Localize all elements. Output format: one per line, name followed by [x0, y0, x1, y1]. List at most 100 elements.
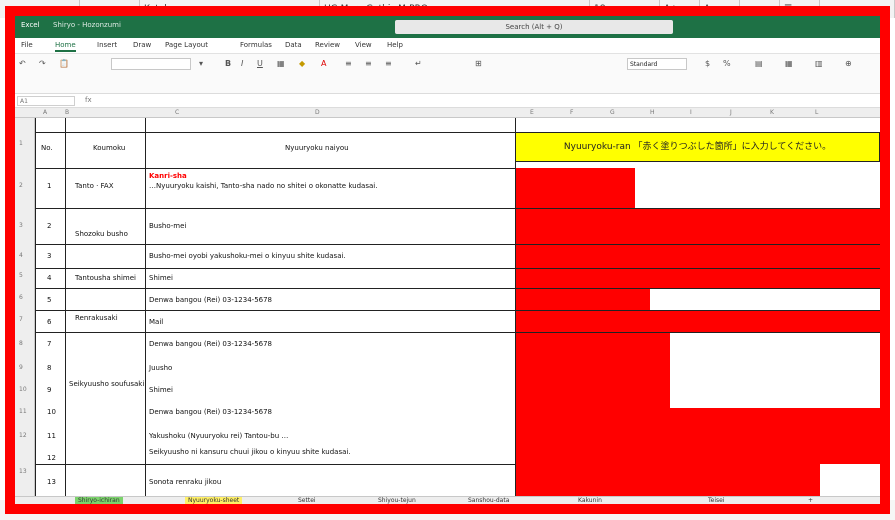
menu-help[interactable]: Help — [387, 41, 403, 49]
search-box[interactable]: Search (Alt + Q) — [395, 20, 673, 34]
column-label[interactable]: D — [315, 109, 320, 116]
sheet-tab[interactable]: Sanshou-data — [465, 497, 512, 504]
header-no: No. — [41, 144, 53, 152]
content-text: Shimei — [149, 274, 173, 282]
grid-line — [35, 310, 880, 311]
row-label[interactable]: 3 — [19, 222, 23, 229]
align-left-icon[interactable]: ≡ — [345, 59, 352, 68]
row-label[interactable]: 5 — [19, 272, 23, 279]
menu-home[interactable]: Home — [55, 41, 76, 52]
menu-draw[interactable]: Draw — [133, 41, 151, 49]
input-cell-r1a[interactable] — [515, 168, 635, 208]
column-label[interactable]: G — [610, 109, 615, 116]
name-box[interactable]: A1 — [17, 96, 75, 106]
grid-line — [35, 118, 36, 496]
column-label[interactable]: A — [43, 109, 47, 116]
sheet-tab[interactable]: Teisei — [705, 497, 728, 504]
font-name-dropdown[interactable] — [111, 58, 191, 70]
grid-line — [65, 118, 66, 496]
align-center-icon[interactable]: ≡ — [365, 59, 372, 68]
menu-data[interactable]: Data — [285, 41, 302, 49]
insert-cells-icon[interactable]: ⊕ — [845, 59, 852, 68]
column-label[interactable]: J — [730, 109, 732, 116]
sheet-tab[interactable]: Settei — [295, 497, 319, 504]
row-number: 1 — [47, 182, 52, 190]
document-name: Shiryo - Hozonzumi — [53, 21, 121, 29]
menu-formulas[interactable]: Formulas — [240, 41, 272, 49]
fill-color-icon[interactable]: ◆ — [299, 59, 305, 68]
input-cell-r2[interactable] — [515, 208, 880, 244]
row-label[interactable]: 13 — [19, 468, 27, 475]
align-right-icon[interactable]: ≡ — [385, 59, 392, 68]
paste-icon[interactable]: 📋 — [59, 59, 69, 68]
row-label[interactable]: 4 — [19, 252, 23, 259]
row-label[interactable]: 1 — [19, 140, 23, 147]
column-label[interactable]: I — [690, 109, 692, 116]
row-label[interactable]: 8 — [19, 340, 23, 347]
content-text: …Nyuuryoku kaishi, Tanto-sha nado no shi… — [149, 182, 378, 190]
column-label[interactable]: E — [530, 109, 534, 116]
row-label[interactable]: 7 — [19, 316, 23, 323]
input-cell-r5[interactable] — [515, 288, 650, 310]
sheet-tab[interactable]: Nyuuryoku-sheet — [185, 497, 243, 504]
input-cell-r3[interactable] — [515, 244, 880, 268]
wrap-text-icon[interactable]: ↵ — [415, 59, 422, 68]
input-cell-r6[interactable] — [515, 310, 880, 332]
content-text: Busho-mei oyobi yakushoku-mei o kinyuu s… — [149, 252, 346, 260]
redo-icon[interactable]: ↷ — [39, 59, 46, 68]
undo-icon[interactable]: ↶ — [19, 59, 26, 68]
format-table-icon[interactable]: ▦ — [785, 59, 793, 68]
grid-line — [35, 464, 515, 465]
grid-line — [145, 118, 146, 496]
add-sheet-button[interactable]: + — [805, 497, 816, 504]
column-label[interactable]: C — [175, 109, 179, 116]
menu-file[interactable]: File — [21, 41, 33, 49]
column-header: A B C D E F G H I J K L — [15, 108, 880, 118]
sheet-tab[interactable]: Kakunin — [575, 497, 605, 504]
row-number: 11 — [47, 432, 56, 440]
formula-bar: A1 fx — [15, 94, 880, 108]
row-number: 7 — [47, 340, 52, 348]
sheet-tab[interactable]: Shiryo-ichiran — [75, 497, 123, 504]
menu-page-layout[interactable]: Page Layout — [165, 41, 208, 49]
menu-review[interactable]: Review — [315, 41, 340, 49]
item-label: Tantousha shimei — [75, 274, 137, 282]
column-label[interactable]: H — [650, 109, 655, 116]
sheet-tab[interactable]: Shiyou-tejun — [375, 497, 419, 504]
merge-cells-icon[interactable]: ⊞ — [475, 59, 482, 68]
row-label[interactable]: 6 — [19, 294, 23, 301]
italic-icon[interactable]: I — [241, 59, 243, 68]
column-label[interactable]: K — [770, 109, 774, 116]
column-label[interactable]: F — [570, 109, 573, 116]
grid-line — [515, 118, 516, 496]
row-label[interactable]: 10 — [19, 386, 27, 393]
input-cell-r13[interactable] — [515, 464, 820, 496]
font-size-dropdown[interactable]: ▾ — [199, 59, 203, 68]
grid-line — [35, 332, 880, 333]
border-icon[interactable]: ▦ — [277, 59, 285, 68]
conditional-format-icon[interactable]: ▤ — [755, 59, 763, 68]
font-color-icon[interactable]: A — [321, 59, 326, 68]
input-cell-r11-12[interactable] — [670, 408, 880, 464]
column-label[interactable]: L — [815, 109, 818, 116]
item-label: Tanto · FAX — [75, 182, 114, 190]
item-label: Renrakusaki — [75, 314, 118, 322]
row-label[interactable]: 2 — [19, 182, 23, 189]
sheet-grid[interactable]: Nyuuryoku-ran 「赤く塗りつぶした箇所」に入力してください。 No.… — [35, 118, 880, 500]
menu-insert[interactable]: Insert — [97, 41, 117, 49]
row-label[interactable]: 9 — [19, 364, 23, 371]
percent-icon[interactable]: % — [723, 59, 731, 68]
column-label[interactable]: B — [65, 109, 69, 116]
grid-line — [35, 168, 515, 169]
row-label[interactable]: 12 — [19, 432, 27, 439]
cell-styles-icon[interactable]: ▥ — [815, 59, 823, 68]
number-format-dropdown[interactable]: Standard — [627, 58, 687, 70]
currency-icon[interactable]: $ — [705, 59, 710, 68]
content-text: Juusho — [149, 364, 173, 372]
fx-icon[interactable]: fx — [85, 96, 92, 104]
input-cell-r4[interactable] — [515, 268, 880, 288]
bold-icon[interactable]: B — [225, 59, 231, 68]
menu-view[interactable]: View — [355, 41, 372, 49]
underline-icon[interactable]: U — [257, 59, 263, 68]
row-label[interactable]: 11 — [19, 408, 27, 415]
